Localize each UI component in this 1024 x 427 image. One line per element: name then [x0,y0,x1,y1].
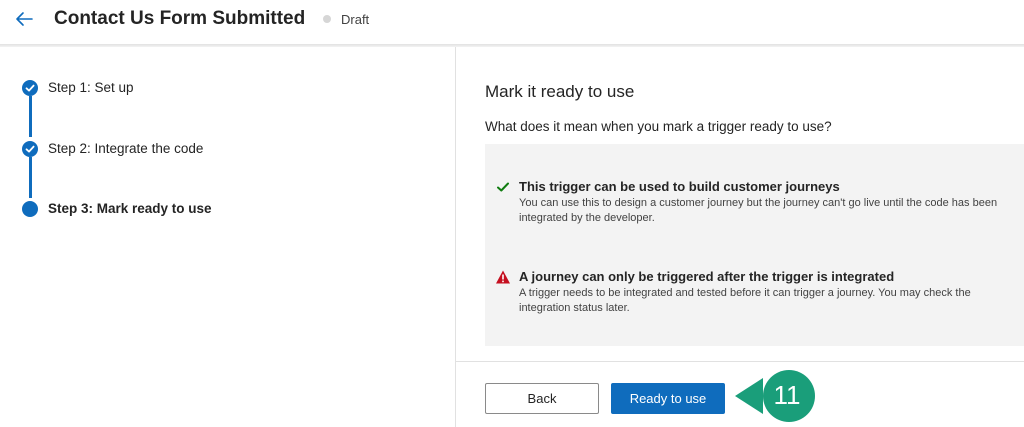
arrow-left-icon[interactable] [12,7,36,31]
info-box: This trigger can be used to build custom… [485,144,1024,346]
warning-icon [496,270,510,284]
status-dot-icon [323,15,331,23]
info-heading: A journey can only be triggered after th… [519,269,895,284]
step-3-label[interactable]: Step 3: Mark ready to use [48,201,212,216]
ready-to-use-button[interactable]: Ready to use [611,383,725,414]
info-body: You can use this to design a customer jo… [519,197,998,224]
header-divider [0,44,1024,47]
info-body: A trigger needs to be integrated and tes… [519,287,971,314]
step-1-label[interactable]: Step 1: Set up [48,80,134,95]
step-2-label[interactable]: Step 2: Integrate the code [48,141,203,156]
panel-subtitle: What does it mean when you mark a trigge… [485,119,832,134]
step-2-completed-icon [22,141,38,157]
back-button[interactable]: Back [485,383,599,414]
checkmark-icon [497,182,509,192]
callout-number: 11 [773,380,801,410]
footer-divider [456,361,1024,362]
header-bar: Contact Us Form Submitted Draft [0,0,1024,44]
panel-title: Mark it ready to use [485,82,635,101]
status-badge: Draft [341,12,370,27]
step-connector [29,96,32,137]
step-connector [29,157,32,198]
step-3-current-icon [22,201,38,217]
page-title: Contact Us Form Submitted [54,8,306,29]
step-1-completed-icon [22,80,38,96]
info-heading: This trigger can be used to build custom… [519,179,840,194]
panel-divider [455,47,456,427]
